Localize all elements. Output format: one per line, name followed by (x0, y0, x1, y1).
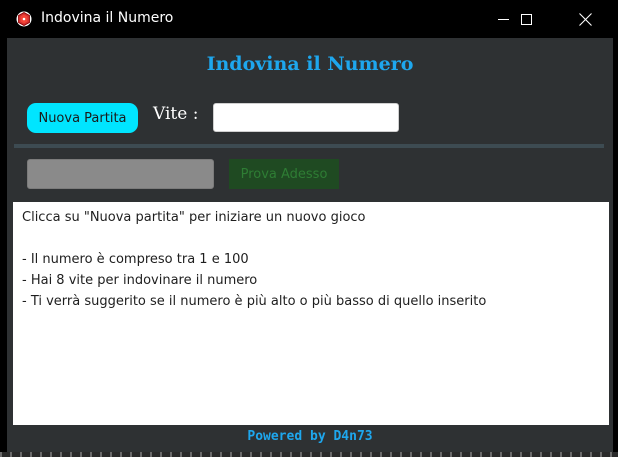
game-icon (16, 11, 32, 27)
main-panel: Indovina il Numero Nuova Partita Vite : … (7, 38, 613, 452)
maximize-button[interactable] (503, 0, 549, 38)
title-bar[interactable]: Indovina il Numero (0, 0, 618, 38)
message-line: - Ti verrà suggerito se il numero è più … (22, 294, 487, 309)
footer-credit: Powered by D4n73 (247, 429, 373, 444)
page-title: Indovina il Numero (206, 53, 414, 75)
maximize-icon (520, 13, 532, 25)
new-game-button[interactable]: Nuova Partita (27, 103, 138, 133)
close-icon (578, 12, 592, 26)
lives-field[interactable] (213, 103, 399, 132)
close-button[interactable] (562, 0, 608, 38)
separator (14, 144, 604, 148)
window-title: Indovina il Numero (41, 10, 174, 26)
message-line (22, 228, 600, 249)
lives-label: Vite : (153, 104, 199, 124)
message-line: - Hai 8 vite per indovinare il numero (22, 273, 258, 288)
message-line: Clicca su "Nuova partita" per iniziare u… (22, 210, 366, 225)
guess-input[interactable] (27, 159, 214, 189)
message-line: - Il numero è compreso tra 1 e 100 (22, 252, 249, 267)
message-area: Clicca su "Nuova partita" per iniziare u… (13, 202, 609, 425)
app-window: Indovina il Numero Indovina il Numero Nu… (0, 0, 618, 457)
try-now-button[interactable]: Prova Adesso (229, 159, 339, 189)
bottom-edge (0, 452, 618, 457)
